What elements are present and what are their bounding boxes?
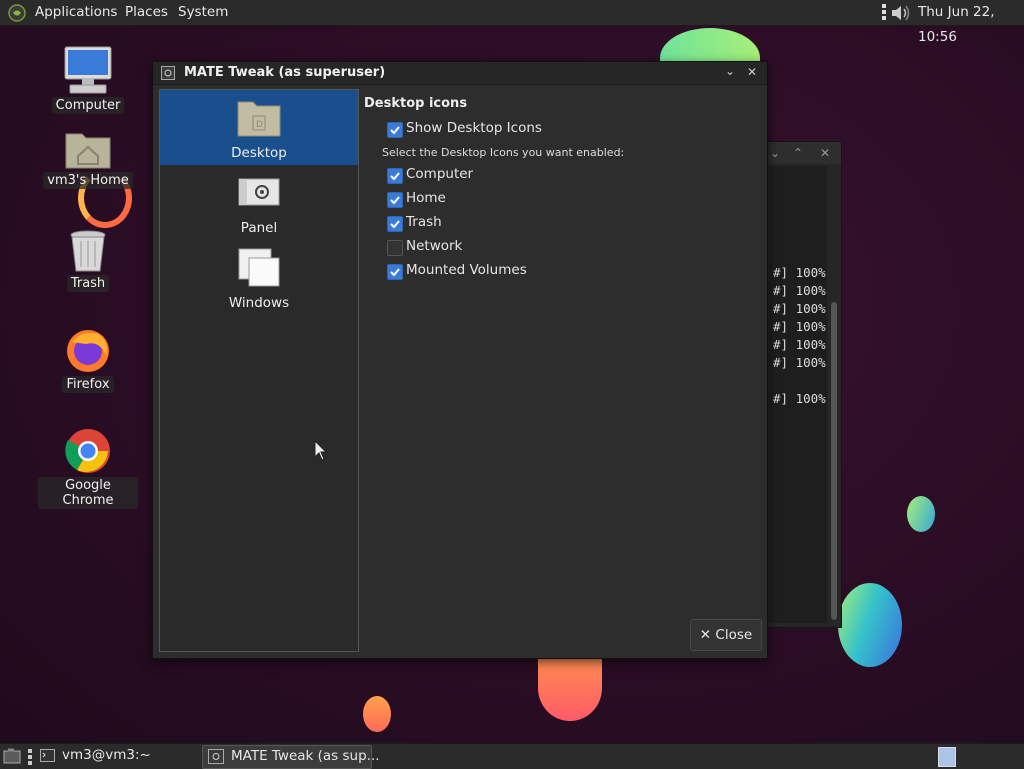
mate-logo-icon[interactable] (8, 4, 26, 26)
checkbox-checked-icon (387, 264, 403, 280)
bottom-panel: vm3@vm3:~ MATE Tweak (as sup... (0, 743, 1024, 769)
checkbox-checked-icon (387, 216, 403, 232)
home-folder-icon (38, 128, 138, 170)
wallpaper-bubble (907, 496, 935, 532)
desktop-icon-computer[interactable]: Computer (38, 45, 138, 114)
chevron-down-icon[interactable]: ⌄ (770, 146, 780, 160)
terminal-line: #] 100% (773, 265, 826, 280)
sidebar-item-panel[interactable]: Panel (160, 165, 358, 240)
top-panel: Applications Places System Thu Jun 22, 1… (0, 0, 1024, 45)
mate-tweak-icon (208, 749, 224, 768)
desktop-icon-label: Firefox (62, 376, 114, 393)
checkbox-checked-icon (387, 168, 403, 184)
desktop-icon-label: Computer (51, 97, 125, 114)
desktop-icon-firefox[interactable]: Firefox (38, 326, 138, 393)
checkbox-checked-icon (387, 192, 403, 208)
terminal-window[interactable]: ⌄ ⌃ ✕ #] 100% #] 100% #] 100% #] 100% #]… (766, 141, 842, 628)
checkbox-label: Network (406, 238, 463, 254)
desktop-icon-label: vm3's Home (43, 172, 133, 189)
show-desktop-icon[interactable] (3, 748, 21, 768)
sidebar-item-label: Panel (240, 220, 278, 236)
terminal-line: #] 100% (773, 319, 826, 334)
terminal-icon (40, 749, 55, 766)
close-icon[interactable]: ✕ (820, 146, 830, 160)
taskbar-item-terminal[interactable]: vm3@vm3:~ (36, 746, 196, 767)
taskbar-item-mate-tweak[interactable]: MATE Tweak (as sup... (202, 745, 380, 769)
terminal-line: #] 100% (773, 301, 826, 316)
window-menu-icon[interactable] (161, 66, 175, 84)
chevron-up-icon[interactable]: ⌃ (793, 146, 803, 160)
checkbox-label: Trash (406, 214, 442, 230)
checkbox-checked-icon (387, 122, 403, 138)
terminal-line: #] 100% (773, 337, 826, 352)
checkbox-label: Home (406, 190, 446, 206)
terminal-line: #] 100% (773, 283, 826, 298)
terminal-line: #] 100% (773, 355, 826, 370)
desktop-icon-trash[interactable]: Trash (38, 229, 138, 292)
mate-tweak-dialog: MATE Tweak (as superuser) ⌄ ✕ D Desktop … (152, 61, 768, 659)
desktop-icon-label: Trash (66, 275, 110, 292)
checkbox-unchecked-icon (387, 240, 403, 256)
close-button[interactable]: ✕ Close (690, 619, 762, 651)
menu-system[interactable]: System (178, 0, 228, 25)
taskbar-item-label: MATE Tweak (as sup... (231, 748, 380, 764)
taskbar-handle-icon[interactable] (28, 749, 32, 765)
checkbox-label: Computer (406, 166, 474, 182)
checkbox-label: Mounted Volumes (406, 262, 527, 278)
minimize-icon[interactable]: ⌄ (725, 64, 735, 78)
desktop-icon-home[interactable]: vm3's Home (38, 128, 138, 189)
desktop-icon-chrome[interactable]: Google Chrome (38, 427, 138, 509)
terminal-titlebar[interactable]: ⌄ ⌃ ✕ (767, 142, 841, 164)
desktop-icon-label: Google Chrome (38, 477, 138, 509)
terminal-line: #] 100% (773, 391, 826, 406)
chrome-icon (38, 427, 138, 475)
category-sidebar: D Desktop Panel Windows (159, 89, 359, 652)
menu-applications[interactable]: Applications (35, 0, 117, 25)
section-title: Desktop icons (364, 96, 468, 111)
svg-text:D: D (256, 120, 263, 130)
sidebar-item-label: Desktop (231, 145, 287, 161)
computer-icon (38, 45, 138, 95)
notification-area-handle-icon[interactable] (882, 4, 886, 21)
sidebar-item-windows[interactable]: Windows (160, 240, 358, 315)
mouse-pointer-icon (314, 439, 328, 466)
clock[interactable]: Thu Jun 22, 10:56 (918, 0, 1024, 45)
wallpaper-bubble (538, 655, 602, 721)
menu-places[interactable]: Places (125, 0, 168, 25)
firefox-icon (38, 326, 138, 374)
checkbox-label: Show Desktop Icons (406, 120, 542, 136)
sidebar-item-label: Windows (228, 295, 290, 311)
taskbar-item-label: vm3@vm3:~ (62, 747, 151, 763)
hint-text: Select the Desktop Icons you want enable… (382, 146, 625, 159)
sidebar-item-desktop[interactable]: D Desktop (160, 90, 358, 165)
close-icon[interactable]: ✕ (747, 65, 757, 79)
terminal-scrollbar[interactable] (831, 302, 837, 620)
volume-icon[interactable] (890, 3, 912, 27)
dialog-title: MATE Tweak (as superuser) (184, 65, 386, 80)
wallpaper-bubble (838, 583, 902, 667)
trash-icon (38, 229, 138, 273)
workspace-switcher[interactable] (938, 747, 956, 767)
terminal-output[interactable]: #] 100% #] 100% #] 100% #] 100% #] 100% … (769, 166, 827, 623)
dialog-titlebar[interactable]: MATE Tweak (as superuser) ⌄ ✕ (153, 62, 767, 85)
wallpaper-bubble (363, 696, 391, 732)
